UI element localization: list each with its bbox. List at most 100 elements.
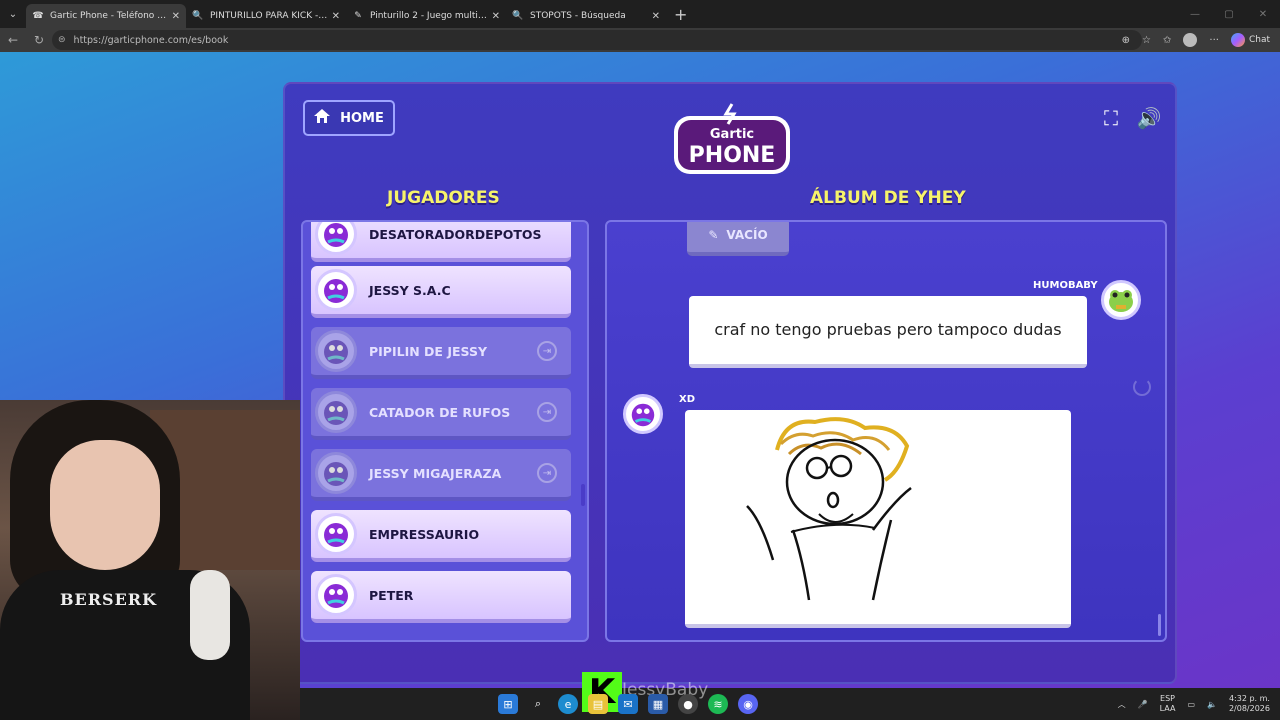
tab-stopots-search[interactable]: 🔍 STOPOTS - Búsqueda ✕ — [506, 4, 666, 28]
volume-icon[interactable]: 🔊 — [1137, 106, 1162, 130]
store-icon[interactable]: ▦ — [648, 694, 668, 714]
favorites-icon[interactable]: ✩ — [1163, 35, 1171, 46]
address-bar-row: ← ↻ ⊜ https://garticphone.com/es/book ⊕ … — [0, 28, 1280, 52]
tab-title: Pinturillo 2 - Juego multijugador de dib… — [370, 11, 488, 21]
player-item: PETER — [311, 571, 571, 623]
new-tab-plus-icon[interactable]: + — [674, 5, 687, 24]
display-icon[interactable]: ▭ — [1187, 700, 1195, 709]
mic-icon[interactable]: 🎤 — [1138, 700, 1148, 709]
bird-avatar-icon — [315, 391, 357, 433]
search-favicon-icon: 🔍 — [512, 11, 524, 21]
tab-gartic[interactable]: ☎ Gartic Phone - Teléfono Descompuesto ✕ — [26, 4, 186, 28]
browser-tab-bar: ⌄ ☎ Gartic Phone - Teléfono Descompuesto… — [0, 0, 1280, 28]
players-scrollbar[interactable] — [581, 484, 585, 506]
bird-avatar-icon — [315, 513, 357, 555]
clock-date: 2/08/2026 — [1228, 704, 1270, 713]
player-item: EMPRESSAURIO — [311, 510, 571, 562]
discord-icon[interactable]: ◉ — [738, 694, 758, 714]
player-item: PIPILIN DE JESSY ⇥ — [311, 327, 571, 379]
home-icon — [314, 109, 331, 127]
search-icon[interactable]: ⌕ — [528, 694, 548, 714]
logo-top-text: Gartic — [710, 127, 754, 142]
entry-author: XD — [679, 394, 696, 405]
site-info-icon[interactable]: ⊜ — [58, 35, 66, 45]
close-icon[interactable]: ✕ — [652, 11, 660, 22]
gartic-favicon-icon: ☎ — [32, 11, 44, 21]
bird-avatar-icon — [315, 330, 357, 372]
close-icon[interactable]: ✕ — [332, 11, 340, 22]
album-title: ÁLBUM DE YHEY — [810, 188, 966, 208]
minimize-icon[interactable]: — — [1178, 0, 1212, 28]
url-text: https://garticphone.com/es/book — [73, 34, 229, 46]
bird-avatar-icon — [315, 452, 357, 494]
bird-avatar-icon — [315, 222, 357, 255]
frog-avatar-icon — [1101, 280, 1141, 320]
tab-title: STOPOTS - Búsqueda — [530, 11, 626, 21]
drawing-canvas — [685, 410, 1071, 628]
entry-author: HUMOBABY — [1033, 280, 1098, 291]
taskbar-apps: ⊞ ⌕ e ▤ ✉ ▦ ● ≋ ◉ — [498, 694, 758, 714]
top-right-controls: ⛶ 🔊 — [1099, 106, 1161, 130]
windows-taskbar: K JessyBaby ⊞ ⌕ e ▤ ✉ ▦ ● ≋ ◉ ︿ 🎤 ESP LA… — [300, 672, 1280, 720]
player-name: PETER — [369, 587, 414, 603]
copilot-chat-button[interactable]: Chat — [1230, 33, 1270, 47]
loading-spinner-icon — [1133, 378, 1151, 396]
webcam-overlay: BERSERK — [0, 400, 300, 720]
close-window-icon[interactable]: ✕ — [1246, 0, 1280, 28]
system-tray: ︿ 🎤 ESP LAA ▭ 🔈 4:32 p. m. 2/08/2026 — [1118, 688, 1270, 720]
more-menu-icon[interactable]: ··· — [1209, 35, 1219, 46]
players-title: JUGADORES — [387, 188, 500, 208]
profile-avatar[interactable] — [1183, 33, 1198, 47]
players-list[interactable]: DESATORADORDEPOTOS JESSY S.A.C PIPILIN D… — [301, 220, 589, 642]
app-icon[interactable]: ● — [678, 694, 698, 714]
bird-avatar-icon — [623, 394, 663, 434]
url-field[interactable]: ⊜ https://garticphone.com/es/book — [52, 30, 1142, 50]
exit-icon: ⇥ — [537, 402, 557, 422]
windows-start-icon[interactable]: ⊞ — [498, 694, 518, 714]
logo-bottom-text: PHONE — [689, 143, 776, 168]
player-name: DESATORADORDEPOTOS — [369, 226, 542, 242]
empty-label: VACÍO — [726, 228, 768, 242]
tab-pinturillo-search[interactable]: 🔍 PINTURILLO PARA KICK - Búsqueda ✕ — [186, 4, 346, 28]
streamer-face — [50, 440, 160, 570]
maximize-icon[interactable]: ▢ — [1212, 0, 1246, 28]
tab-title: PINTURILLO PARA KICK - Búsqueda — [210, 11, 328, 21]
close-icon[interactable]: ✕ — [172, 11, 180, 22]
outlook-icon[interactable]: ✉ — [618, 694, 638, 714]
exit-icon: ⇥ — [537, 463, 557, 483]
file-explorer-icon[interactable]: ▤ — [588, 694, 608, 714]
pencil-icon: ✎ — [708, 228, 719, 242]
player-item: DESATORADORDEPOTOS — [311, 222, 571, 262]
gartic-phone-logo: Gartic PHONE — [670, 102, 794, 178]
player-name: CATADOR DE RUFOS — [369, 404, 511, 420]
tab-list-chevron-icon[interactable]: ⌄ — [0, 0, 26, 28]
exit-icon: ⇥ — [537, 341, 557, 361]
star-icon[interactable]: ☆ — [1142, 35, 1151, 46]
close-icon[interactable]: ✕ — [492, 11, 500, 22]
zoom-icon[interactable]: ⊕ — [1122, 35, 1130, 46]
empty-entry-card: ✎ VACÍO — [687, 222, 789, 256]
back-arrow-icon[interactable]: ← — [0, 33, 26, 47]
player-item: JESSY S.A.C — [311, 266, 571, 318]
chevron-up-icon[interactable]: ︿ — [1118, 699, 1126, 710]
edge-icon[interactable]: e — [558, 694, 578, 714]
entry-text-bubble: craf no tengo pruebas pero tampoco dudas — [689, 296, 1087, 368]
shirt-print-text: BERSERK — [60, 590, 157, 609]
gartic-game-container: HOME Gartic PHONE ⛶ 🔊 JUGADORES ÁLBUM DE… — [283, 82, 1177, 684]
album-panel[interactable]: ✎ VACÍO HUMOBABY craf no tengo pruebas p… — [605, 220, 1167, 642]
bird-avatar-icon — [315, 269, 357, 311]
speaker-icon[interactable]: 🔈 — [1207, 700, 1217, 709]
reload-icon[interactable]: ↻ — [26, 33, 52, 47]
search-favicon-icon: 🔍 — [192, 11, 204, 21]
pencil-favicon-icon: ✎ — [354, 11, 362, 21]
player-name: JESSY MIGAJERAZA — [369, 465, 502, 481]
clock[interactable]: 4:32 p. m. 2/08/2026 — [1229, 694, 1270, 715]
home-button[interactable]: HOME — [303, 100, 395, 136]
clock-time: 4:32 p. m. — [1228, 693, 1270, 703]
language-indicator[interactable]: ESP LAA — [1160, 694, 1176, 715]
tab-pinturillo2[interactable]: ✎ Pinturillo 2 - Juego multijugador de d… — [346, 4, 506, 28]
album-scrollbar[interactable] — [1158, 614, 1161, 636]
fullscreen-icon[interactable]: ⛶ — [1099, 106, 1123, 130]
spotify-icon[interactable]: ≋ — [708, 694, 728, 714]
bird-avatar-icon — [315, 574, 357, 616]
